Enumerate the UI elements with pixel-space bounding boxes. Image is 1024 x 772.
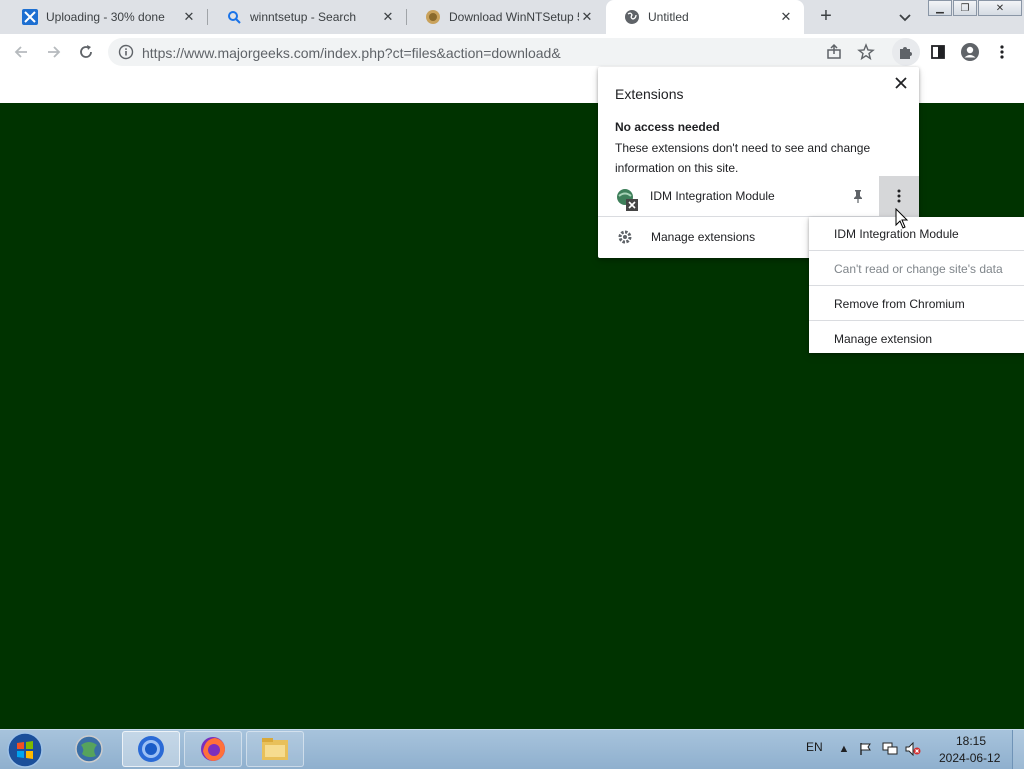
bookmark-star-icon[interactable] xyxy=(856,42,876,62)
globe-icon xyxy=(624,9,640,25)
section-heading: No access needed xyxy=(615,120,720,134)
chevron-down-icon[interactable] xyxy=(896,8,914,26)
menu-separator xyxy=(809,320,1024,321)
browser-menu-icon[interactable] xyxy=(992,42,1012,62)
pin-icon[interactable] xyxy=(850,188,866,204)
reload-icon[interactable] xyxy=(76,42,96,62)
forward-arrow-icon[interactable] xyxy=(44,42,64,62)
tab-title: Uploading - 30% done xyxy=(46,10,165,24)
taskbar-firefox-icon[interactable] xyxy=(184,731,242,767)
mouse-pointer-icon xyxy=(895,207,909,230)
section-description: These extensions don't need to see and c… xyxy=(615,141,871,175)
menu-item-manage-extension[interactable]: Manage extension xyxy=(834,332,932,346)
tab-title: Untitled xyxy=(648,10,689,24)
extensions-button[interactable] xyxy=(892,38,920,66)
menu-separator xyxy=(809,250,1024,251)
clock-time[interactable]: 18:15 xyxy=(956,734,986,748)
taskbar-globe-app-icon[interactable] xyxy=(60,731,118,767)
close-tab-icon[interactable]: ✕ xyxy=(181,9,197,25)
manage-extensions-link[interactable]: Manage extensions xyxy=(651,230,755,244)
close-tab-icon[interactable]: ✕ xyxy=(579,9,595,25)
windows-start-icon[interactable] xyxy=(6,731,44,769)
taskbar: EN ▲ 18:15 2024-06-12 xyxy=(0,729,1024,769)
address-bar[interactable]: https://www.majorgeeks.com/index.php?ct=… xyxy=(108,38,920,66)
action-center-flag-icon[interactable] xyxy=(858,741,874,757)
language-indicator[interactable]: EN xyxy=(806,740,823,754)
tab-download-winntsetup[interactable]: Download WinNTSetup 5 ✕ xyxy=(407,0,605,34)
close-tab-icon[interactable]: ✕ xyxy=(778,9,794,25)
volume-muted-icon[interactable] xyxy=(905,741,921,757)
tab-uploading[interactable]: Uploading - 30% done ✕ xyxy=(4,0,207,34)
minimize-icon[interactable]: ▁ xyxy=(928,0,952,16)
menu-separator xyxy=(809,285,1024,286)
taskbar-chromium-icon[interactable] xyxy=(122,731,180,767)
window-controls: ▁ ❐ ✕ xyxy=(928,0,1023,16)
share-icon[interactable] xyxy=(824,42,844,62)
puzzle-icon xyxy=(900,47,912,59)
restore-icon[interactable]: ❐ xyxy=(953,0,977,16)
side-panel-icon[interactable] xyxy=(928,42,948,62)
taskbar-file-explorer-icon[interactable] xyxy=(246,731,304,767)
popup-title: Extensions xyxy=(615,86,684,102)
tab-title: winntsetup - Search xyxy=(250,10,357,24)
url-text[interactable]: https://www.majorgeeks.com/index.php?ct=… xyxy=(142,45,561,61)
back-arrow-icon[interactable] xyxy=(11,42,31,62)
upload-x-icon xyxy=(22,9,38,25)
search-icon xyxy=(226,9,242,25)
tab-winntsetup-search[interactable]: winntsetup - Search ✕ xyxy=(208,0,406,34)
clock-date[interactable]: 2024-06-12 xyxy=(939,751,1000,765)
network-icon[interactable] xyxy=(882,741,898,757)
profile-avatar-icon[interactable] xyxy=(960,42,980,62)
close-window-icon[interactable]: ✕ xyxy=(978,0,1022,16)
new-tab-plus-icon[interactable]: + xyxy=(815,6,837,28)
tab-strip: Uploading - 30% done ✕ winntsetup - Sear… xyxy=(0,0,1024,34)
extension-context-menu: IDM Integration Module Can't read or cha… xyxy=(809,217,1024,353)
gear-icon xyxy=(617,229,633,245)
extension-name[interactable]: IDM Integration Module xyxy=(650,189,775,203)
close-tab-icon[interactable]: ✕ xyxy=(380,9,396,25)
tab-untitled[interactable]: Untitled ✕ xyxy=(606,0,804,34)
idm-extension-icon xyxy=(615,187,639,211)
show-hidden-icons-icon[interactable]: ▲ xyxy=(836,741,852,757)
show-desktop-button[interactable] xyxy=(1012,730,1024,769)
menu-item-remove[interactable]: Remove from Chromium xyxy=(834,297,965,311)
majorgeeks-icon xyxy=(425,9,441,25)
site-info-icon[interactable] xyxy=(118,44,134,60)
close-icon[interactable] xyxy=(892,74,910,92)
browser-toolbar: https://www.majorgeeks.com/index.php?ct=… xyxy=(0,34,1024,70)
tab-title: Download WinNTSetup 5 xyxy=(449,10,579,24)
menu-item-site-access: Can't read or change site's data xyxy=(834,262,1003,276)
